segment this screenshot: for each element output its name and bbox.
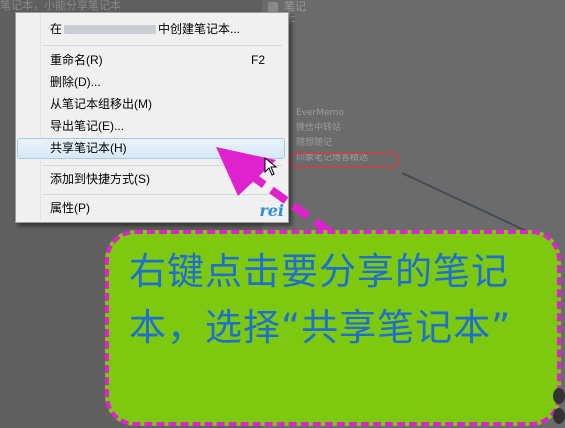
callout-text: 右键点击要分享的笔记本，选择“共享笔记本” — [129, 250, 512, 349]
annotation-arrow-shaft — [249, 172, 333, 236]
background-dot — [553, 388, 565, 404]
callout-box: 右键点击要分享的笔记本，选择“共享笔记本” — [105, 230, 561, 426]
background-dot — [553, 408, 565, 424]
annotation-arrow-head — [216, 147, 276, 196]
